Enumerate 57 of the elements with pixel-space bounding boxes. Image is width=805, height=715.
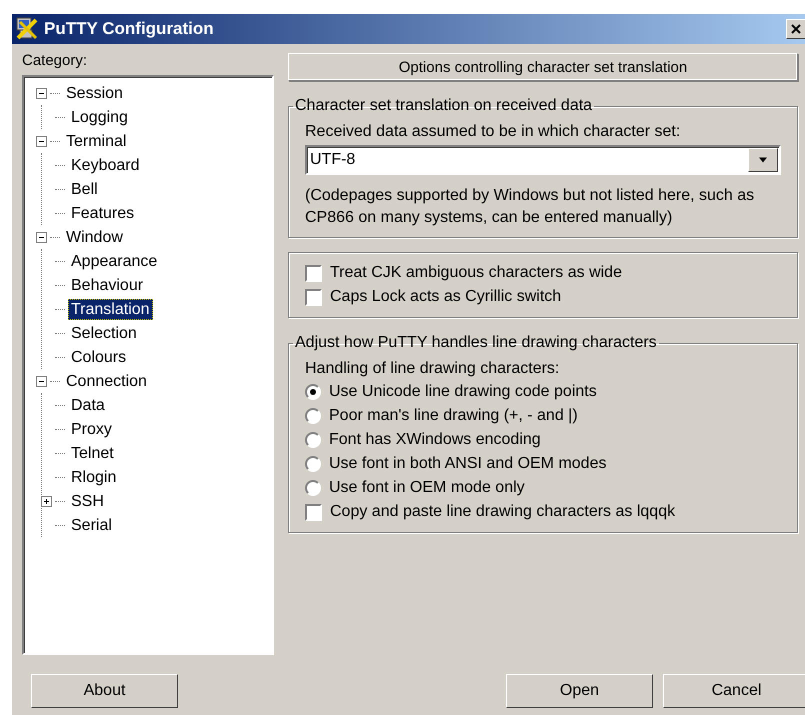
window-title: PuTTY Configuration xyxy=(44,19,214,39)
tree-item[interactable]: Appearance xyxy=(68,250,160,272)
tree-item[interactable]: SSH xyxy=(68,490,107,512)
tree-item[interactable]: Rlogin xyxy=(68,466,120,488)
field-label: Received data assumed to be in which character set: xyxy=(305,122,682,142)
checkbox[interactable] xyxy=(305,264,322,282)
radio-label[interactable]: Poor man's line drawing (+, - and |) xyxy=(329,405,578,427)
note-text: (Codepages supported by Windows but not listed here, such as CP866 on many systems, can be entered manually) xyxy=(305,186,756,228)
radio-button[interactable] xyxy=(305,408,321,424)
tree-item[interactable]: Proxy xyxy=(68,418,115,440)
radio-label[interactable]: Use font in OEM mode only xyxy=(329,477,525,499)
tree-item[interactable]: Telnet xyxy=(68,442,117,464)
group-title: Character set translation on received data xyxy=(294,97,594,115)
dialog-button[interactable]: Open xyxy=(506,674,653,708)
checkbox-label[interactable]: Treat CJK ambiguous characters as wide xyxy=(330,262,622,284)
close-icon xyxy=(791,24,801,34)
about-button[interactable]: About xyxy=(31,674,178,708)
radio-label[interactable]: Use font in both ANSI and OEM modes xyxy=(329,453,606,475)
checkbox-label[interactable]: Copy and paste line drawing characters as lqqqk xyxy=(330,501,676,523)
tree-item[interactable]: Serial xyxy=(68,514,115,536)
tree-item[interactable]: Terminal xyxy=(63,130,130,152)
radio-button[interactable] xyxy=(305,456,321,472)
tree-item[interactable]: Connection xyxy=(63,370,150,392)
radio-button[interactable] xyxy=(305,480,321,496)
tree-item[interactable]: Data xyxy=(68,394,108,416)
tree-item[interactable]: Keyboard xyxy=(68,154,142,176)
category-label: Category: xyxy=(22,52,88,69)
group-title: Adjust how PuTTY handles line drawing characters xyxy=(294,334,658,352)
collapse-icon[interactable] xyxy=(36,136,47,146)
tree-item[interactable]: Translation xyxy=(68,298,153,320)
tree-item[interactable]: Window xyxy=(63,226,126,248)
radio-label[interactable]: Font has XWindows encoding xyxy=(329,429,541,451)
caret-icon xyxy=(758,157,768,163)
app-icon xyxy=(14,16,40,42)
checkbox[interactable] xyxy=(305,288,322,306)
tree-item[interactable]: Bell xyxy=(68,178,101,200)
checkbox[interactable] xyxy=(305,504,322,520)
panel-header: Options controlling character set translation xyxy=(288,53,798,81)
collapse-icon[interactable] xyxy=(36,232,47,242)
dialog-button[interactable]: Cancel xyxy=(663,674,805,708)
tree-item[interactable]: Features xyxy=(68,202,138,224)
collapse-icon[interactable] xyxy=(36,376,47,386)
radio-label[interactable]: Use Unicode line drawing code points xyxy=(329,381,597,403)
tree-item[interactable]: Selection xyxy=(68,322,140,344)
tree-item[interactable]: Logging xyxy=(68,106,131,128)
dropdown-button[interactable] xyxy=(748,148,778,172)
close-button[interactable] xyxy=(786,19,805,39)
tree-item[interactable]: Session xyxy=(63,82,126,104)
radio-button[interactable] xyxy=(305,432,321,448)
checkbox-label[interactable]: Caps Lock acts as Cyrillic switch xyxy=(330,286,562,308)
collapse-icon[interactable] xyxy=(36,88,47,98)
charset-dropdown[interactable]: UTF-8 xyxy=(305,145,781,175)
radio-button[interactable] xyxy=(305,384,321,400)
field-label: Handling of line drawing characters: xyxy=(305,359,560,379)
tree-item[interactable]: Colours xyxy=(68,346,130,368)
expand-icon[interactable] xyxy=(41,496,52,506)
tree-item[interactable]: Behaviour xyxy=(68,274,146,296)
